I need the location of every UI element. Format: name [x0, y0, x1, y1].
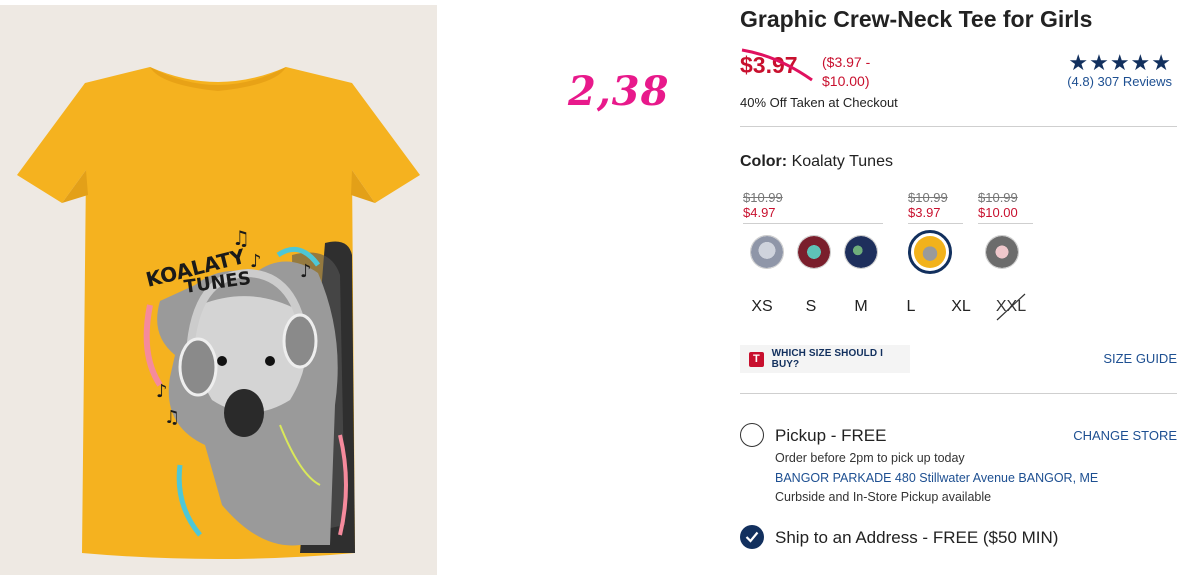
size-option-xl[interactable]: XL: [941, 298, 981, 316]
price-annotation: 2,38: [568, 68, 670, 115]
divider: [740, 393, 1177, 394]
checkmark-icon: [745, 531, 759, 543]
color-swatch-gray-floral[interactable]: [985, 235, 1019, 269]
selected-color-name: Koalaty Tunes: [791, 153, 893, 170]
product-image[interactable]: KOALATY TUNES ♫ ♪ ♪ ♪ ♫: [0, 5, 437, 575]
size-option-xxl[interactable]: XXL: [991, 293, 1031, 321]
swatch-group-old-price: $10.99: [978, 190, 1018, 205]
store-address-link[interactable]: BANGOR PARKADE 480 Stillwater Avenue BAN…: [775, 471, 1098, 485]
swatch-group-old-price: $10.99: [743, 190, 783, 205]
price-range: ($3.97 - $10.00): [822, 53, 870, 91]
swatch-group-old-price: $10.99: [908, 190, 948, 205]
star-rating-icon: ★★★★★: [1068, 50, 1172, 75]
svg-text:♪: ♪: [250, 251, 262, 272]
checkout-discount-note: 40% Off Taken at Checkout: [740, 95, 898, 110]
price-range-line2: $10.00): [822, 73, 870, 89]
product-info-panel: Graphic Crew-Neck Tee for Girls $3.97 ($…: [740, 0, 1177, 575]
svg-text:♪: ♪: [300, 261, 312, 282]
swatch-price-group-3: $10.99 $10.00: [978, 190, 1033, 224]
divider: [740, 126, 1177, 127]
unavailable-x-icon: [996, 293, 1026, 321]
size-option-xs[interactable]: XS: [742, 298, 782, 316]
ship-radio-checked[interactable]: [740, 525, 764, 549]
swatch-group-new-price: $10.00: [978, 205, 1018, 220]
size-option-l[interactable]: L: [891, 298, 931, 316]
size-option-m[interactable]: M: [841, 298, 881, 316]
color-label: Color:: [740, 153, 788, 170]
swatch-price-group-2: $10.99 $3.97: [908, 190, 963, 224]
pickup-label: Pickup - FREE: [775, 426, 887, 445]
reviews-link[interactable]: (4.8) 307 Reviews: [1067, 74, 1172, 89]
price-range-line1: ($3.97 -: [822, 54, 871, 70]
pickup-note: Order before 2pm to pick up today: [775, 451, 965, 465]
svg-text:♫: ♫: [164, 407, 180, 428]
swatch-price-group-1: $10.99 $4.97: [743, 190, 883, 224]
rating[interactable]: ★★★★★ (4.8) 307 Reviews: [1067, 50, 1172, 90]
curbside-note: Curbside and In-Store Pickup available: [775, 490, 992, 504]
color-swatch-maroon-globe[interactable]: [797, 235, 831, 269]
color-selection-label: Color: Koalaty Tunes: [740, 153, 893, 171]
product-title: Graphic Crew-Neck Tee for Girls: [740, 6, 1093, 32]
svg-text:♫: ♫: [232, 226, 250, 250]
color-swatch-gray-koala[interactable]: [750, 235, 784, 269]
swatch-group-new-price: $3.97: [908, 205, 941, 220]
pickup-radio[interactable]: [740, 423, 764, 447]
color-swatch-navy-floral[interactable]: [844, 235, 878, 269]
swatch-group-new-price: $4.97: [743, 205, 776, 220]
tshirt-illustration: KOALATY TUNES ♫ ♪ ♪ ♪ ♫: [0, 5, 437, 575]
change-store-link[interactable]: CHANGE STORE: [1073, 428, 1177, 443]
ship-to-address-label: Ship to an Address - FREE ($50 MIN): [775, 528, 1059, 547]
true-fit-logo-icon: T: [749, 351, 764, 367]
which-size-label: WHICH SIZE SHOULD I BUY?: [771, 348, 883, 370]
size-guide-link[interactable]: SIZE GUIDE: [1103, 351, 1177, 366]
color-swatch-koalaty-tunes[interactable]: [908, 230, 952, 274]
which-size-button[interactable]: T WHICH SIZE SHOULD I BUY?: [740, 345, 910, 373]
current-price: $3.97: [740, 52, 798, 78]
size-option-s[interactable]: S: [791, 298, 831, 316]
svg-text:♪: ♪: [156, 381, 168, 402]
